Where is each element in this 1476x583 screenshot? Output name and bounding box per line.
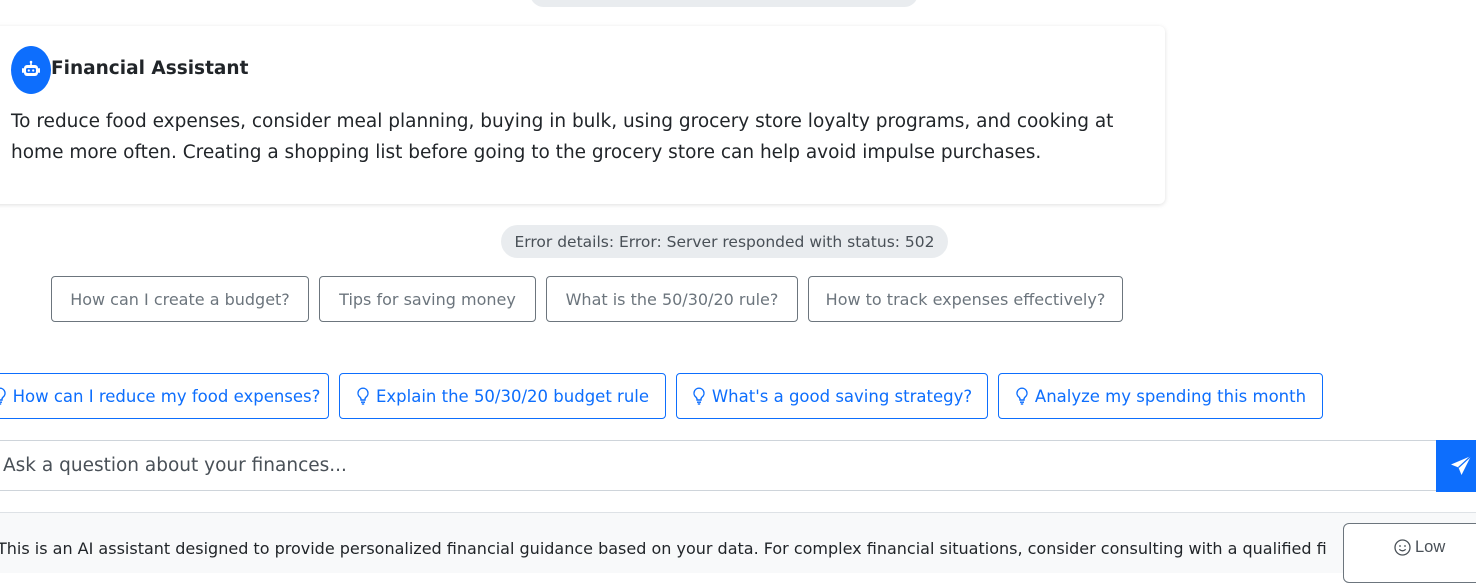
quick-question-label: What's a good saving strategy? [711, 386, 973, 406]
disclaimer-text: This is an AI assistant designed to prov… [0, 539, 1327, 558]
quick-question-button[interactable]: How can I reduce my food expenses? [0, 373, 329, 419]
chat-input[interactable] [0, 441, 1430, 490]
assistant-message-text: To reduce food expenses, consider meal p… [11, 111, 1114, 163]
lightbulb-icon [0, 387, 6, 405]
lightbulb-icon [693, 387, 705, 405]
quick-question-button[interactable]: Explain the 50/30/20 budget rule [339, 373, 666, 419]
quick-question-label: Explain the 50/30/20 budget rule [375, 386, 650, 406]
mood-button[interactable]: Low [1343, 523, 1476, 583]
suggestion-button[interactable]: How can I create a budget? [51, 276, 309, 322]
previous-message-pill [530, 0, 918, 7]
smile-icon [1394, 539, 1411, 556]
quick-question-label: How can I reduce my food expenses? [12, 386, 321, 406]
suggestion-button[interactable]: What is the 50/30/20 rule? [546, 276, 798, 322]
lightbulb-icon [357, 387, 369, 405]
mood-label: Low [1415, 538, 1446, 556]
quick-question-label: Analyze my spending this month [1034, 386, 1307, 406]
quick-question-button[interactable]: What's a good saving strategy? [676, 373, 988, 419]
send-button[interactable] [1436, 440, 1476, 492]
assistant-title: Financial Assistant [51, 58, 249, 79]
send-icon [1451, 455, 1472, 475]
lightbulb-icon [1016, 387, 1028, 405]
bot-avatar [11, 46, 51, 94]
suggestion-button[interactable]: Tips for saving money [319, 276, 536, 322]
robot-icon [22, 60, 40, 76]
error-badge: Error details: Error: Server responded w… [501, 225, 948, 258]
suggestion-button[interactable]: How to track expenses effectively? [808, 276, 1123, 322]
quick-question-button[interactable]: Analyze my spending this month [998, 373, 1323, 419]
